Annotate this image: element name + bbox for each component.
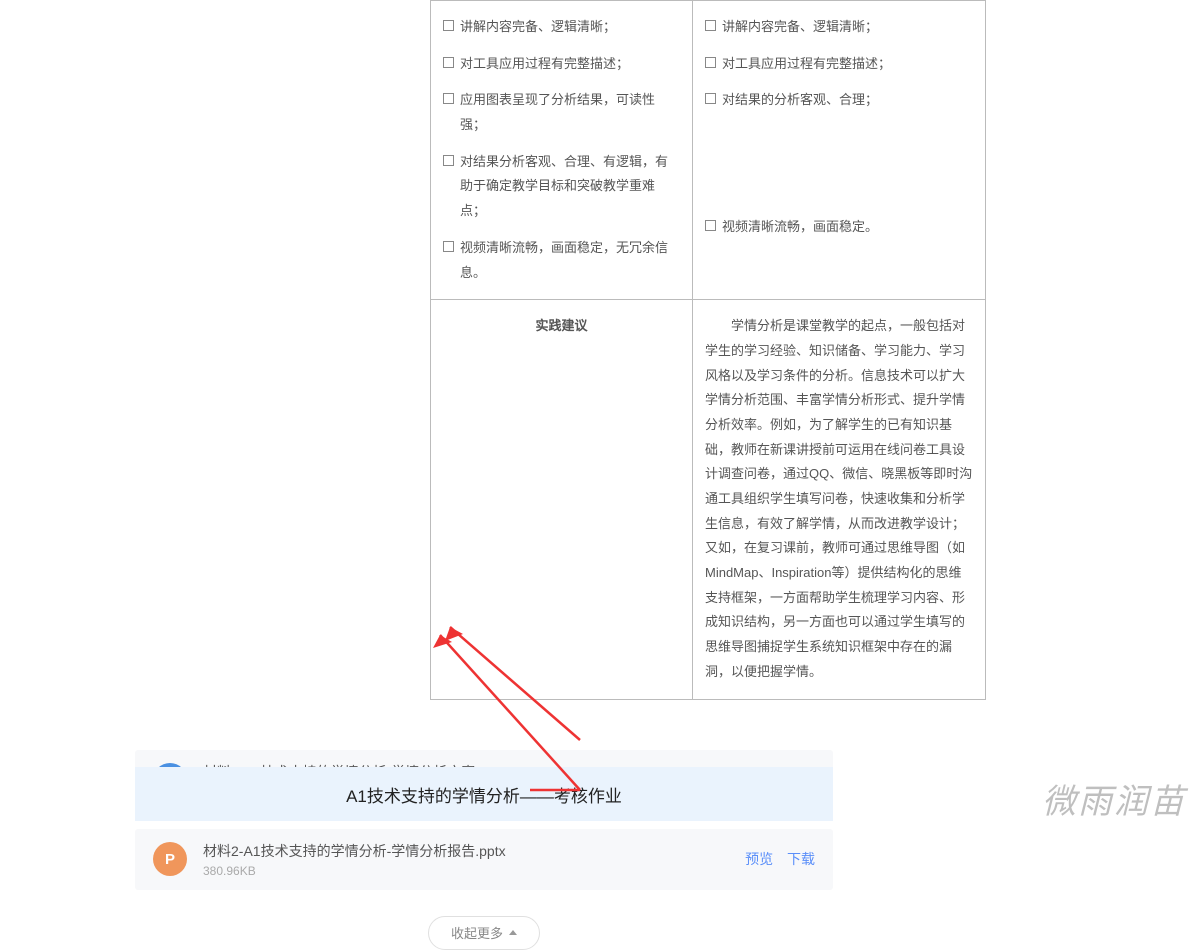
checkbox-icon	[443, 20, 454, 31]
criteria-text: 视频清晰流畅，画面稳定，无冗余信息。	[460, 236, 680, 285]
attachment-info: 材料2-A1技术支持的学情分析-学情分析报告.pptx 380.96KB	[203, 841, 735, 878]
criteria-text: 讲解内容完备、逻辑清晰；	[460, 15, 680, 40]
checkbox-icon	[443, 241, 454, 252]
criteria-text: 对结果分析客观、合理、有逻辑，有助于确定教学目标和突破教学重难点；	[460, 150, 680, 224]
preview-link[interactable]: 预览	[745, 851, 773, 867]
advice-text: 学情分析是课堂教学的起点，一般包括对学生的学习经验、知识储备、学习能力、学习风格…	[693, 300, 986, 699]
checkbox-icon	[705, 20, 716, 31]
assignment-banner-title: A1技术支持的学情分析——考核作业	[346, 782, 622, 807]
criteria-item: 视频清晰流畅，画面稳定，无冗余信息。	[443, 236, 680, 285]
attachment-actions: 预览 下载	[735, 849, 815, 869]
download-link[interactable]: 下载	[787, 851, 815, 867]
criteria-text: 对工具应用过程有完整描述；	[460, 52, 680, 77]
criteria-text: 对工具应用过程有完整描述；	[722, 52, 973, 77]
criteria-text: 讲解内容完备、逻辑清晰；	[722, 15, 973, 40]
attachment-row: P 材料2-A1技术支持的学情分析-学情分析报告.pptx 380.96KB 预…	[135, 829, 833, 890]
criteria-text: 视频清晰流畅，画面稳定。	[722, 215, 973, 240]
advice-row-label: 实践建议	[431, 300, 693, 699]
checkbox-icon	[443, 93, 454, 104]
criteria-col-excellent: 讲解内容完备、逻辑清晰； 对工具应用过程有完整描述； 应用图表呈现了分析结果，可…	[431, 1, 693, 300]
checkbox-icon	[443, 57, 454, 68]
criteria-item: 讲解内容完备、逻辑清晰；	[705, 15, 973, 40]
collapse-more-label: 收起更多	[451, 923, 503, 942]
collapse-more-button[interactable]: 收起更多	[428, 916, 540, 950]
checkbox-icon	[705, 93, 716, 104]
criteria-item: 对工具应用过程有完整描述；	[705, 52, 973, 77]
ppt-file-icon: P	[153, 842, 187, 876]
criteria-col-good: 讲解内容完备、逻辑清晰； 对工具应用过程有完整描述； 对结果的分析客观、合理； …	[693, 1, 986, 300]
attachment-filename: 材料2-A1技术支持的学情分析-学情分析报告.pptx	[203, 841, 735, 861]
criteria-item: 对结果的分析客观、合理；	[705, 88, 973, 113]
criteria-item: 视频清晰流畅，画面稳定。	[705, 215, 973, 240]
criteria-item: 对工具应用过程有完整描述；	[443, 52, 680, 77]
checkbox-icon	[443, 155, 454, 166]
assignment-banner: A1技术支持的学情分析——考核作业	[135, 767, 833, 821]
chevron-up-icon	[509, 930, 517, 935]
criteria-item: 讲解内容完备、逻辑清晰；	[443, 15, 680, 40]
criteria-text: 应用图表呈现了分析结果，可读性强；	[460, 88, 680, 137]
criteria-text: 对结果的分析客观、合理；	[722, 88, 973, 113]
criteria-item: 应用图表呈现了分析结果，可读性强；	[443, 88, 680, 137]
attachment-filesize: 380.96KB	[203, 864, 735, 878]
criteria-item: 对结果分析客观、合理、有逻辑，有助于确定教学目标和突破教学重难点；	[443, 150, 680, 224]
criteria-table: 讲解内容完备、逻辑清晰； 对工具应用过程有完整描述； 应用图表呈现了分析结果，可…	[430, 0, 986, 700]
checkbox-icon	[705, 220, 716, 231]
checkbox-icon	[705, 57, 716, 68]
